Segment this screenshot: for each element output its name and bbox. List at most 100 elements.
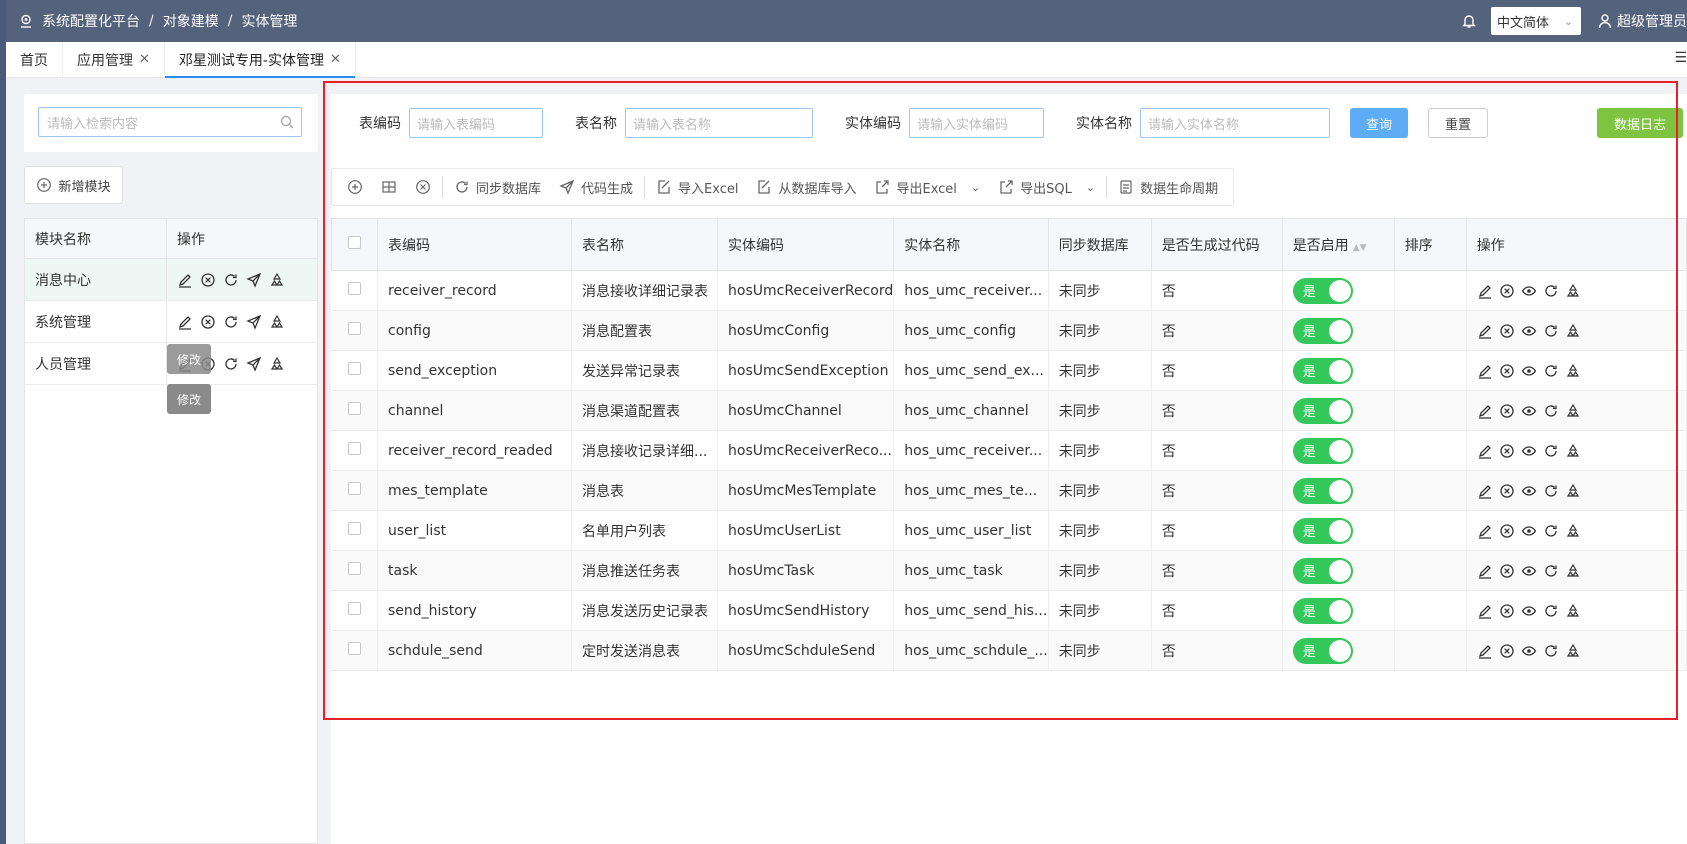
close-circle-icon[interactable] — [1499, 523, 1515, 539]
refresh-icon[interactable] — [1543, 323, 1559, 339]
tab-app-management[interactable]: 应用管理 ✕ — [63, 42, 165, 77]
entity-code-input[interactable]: 请输入实体编码 — [909, 108, 1044, 138]
import-db-button[interactable]: 从数据库导入 — [747, 168, 865, 206]
edit-icon[interactable] — [1477, 563, 1493, 579]
recycle-icon[interactable] — [1565, 403, 1581, 419]
eye-icon[interactable] — [1521, 523, 1537, 539]
recycle-icon[interactable] — [1565, 643, 1581, 659]
recycle-icon[interactable] — [1565, 283, 1581, 299]
breadcrumb-item[interactable]: 系统配置化平台 — [42, 11, 140, 31]
close-icon[interactable]: ✕ — [330, 52, 341, 67]
add-module-button[interactable]: 新增模块 — [24, 166, 123, 204]
eye-icon[interactable] — [1521, 363, 1537, 379]
close-circle-icon[interactable] — [1499, 603, 1515, 619]
eye-icon[interactable] — [1521, 323, 1537, 339]
enabled-toggle[interactable]: 是 — [1292, 317, 1353, 344]
table-row[interactable]: channel 消息渠道配置表 hosUmcChannel hos_umc_chann… — [331, 390, 1687, 431]
send-icon[interactable] — [246, 314, 262, 330]
eye-icon[interactable] — [1521, 563, 1537, 579]
table-row[interactable]: task 消息推送任务表 hosUmcTask hos_umc_task 未同步否 是 — [331, 550, 1687, 591]
edit-icon[interactable] — [1477, 323, 1493, 339]
recycle-icon[interactable] — [269, 272, 285, 288]
enabled-toggle[interactable]: 是 — [1292, 357, 1353, 384]
table-code-input[interactable]: 请输入表编码 — [409, 108, 543, 138]
recycle-icon[interactable] — [269, 356, 285, 372]
select-all-checkbox[interactable] — [348, 236, 361, 249]
refresh-icon[interactable] — [1543, 403, 1559, 419]
enabled-toggle[interactable]: 是 — [1292, 477, 1353, 504]
enabled-toggle[interactable]: 是 — [1292, 517, 1353, 544]
close-circle-icon[interactable] — [1499, 643, 1515, 659]
eye-icon[interactable] — [1521, 403, 1537, 419]
enabled-toggle[interactable]: 是 — [1292, 277, 1353, 304]
refresh-icon[interactable] — [223, 356, 239, 372]
sync-db-button[interactable]: 同步数据库 — [445, 168, 550, 206]
edit-icon[interactable] — [1477, 483, 1493, 499]
table-row[interactable]: receiver_record 消息接收详细记录表 hosUmcReceiverRe… — [331, 270, 1687, 311]
recycle-icon[interactable] — [1565, 523, 1581, 539]
row-checkbox[interactable] — [347, 642, 361, 655]
close-circle-icon[interactable] — [1499, 403, 1515, 419]
sort-icon[interactable]: ▲▼ — [1353, 243, 1367, 253]
table-row[interactable]: send_exception 发送异常记录表 hosUmcSendException… — [331, 350, 1687, 391]
enabled-toggle[interactable]: 是 — [1292, 397, 1353, 424]
table-name-input[interactable]: 请输入表名称 — [625, 108, 813, 138]
recycle-icon[interactable] — [1565, 323, 1581, 339]
table-row[interactable]: schdule_send 定时发送消息表 hosUmcSchduleSend hos_… — [331, 630, 1687, 671]
lifecycle-button[interactable]: 数据生命周期 — [1109, 168, 1227, 206]
export-sql-dropdown[interactable]: 导出SQL ⌄ — [989, 168, 1104, 206]
table-row[interactable]: receiver_record_readed 消息接收记录详细... hosUmcR… — [331, 430, 1687, 471]
close-circle-icon[interactable] — [200, 314, 216, 330]
eye-icon[interactable] — [1521, 443, 1537, 459]
bell-icon[interactable] — [1461, 13, 1477, 29]
export-excel-dropdown[interactable]: 导出Excel ⌄ — [865, 168, 989, 206]
batch-add-button[interactable] — [372, 168, 406, 206]
edit-icon[interactable] — [1477, 403, 1493, 419]
query-button[interactable]: 查询 — [1350, 108, 1408, 138]
close-icon[interactable]: ✕ — [139, 52, 150, 67]
table-row[interactable]: user_list 名单用户列表 hosUmcUserList hos_umc_use… — [331, 510, 1687, 551]
row-checkbox[interactable] — [347, 522, 361, 535]
edit-icon[interactable] — [1477, 363, 1493, 379]
menu-icon[interactable]: ☰ — [1674, 50, 1687, 66]
refresh-icon[interactable] — [1543, 563, 1559, 579]
enabled-toggle[interactable]: 是 — [1292, 597, 1353, 624]
close-circle-icon[interactable] — [1499, 483, 1515, 499]
refresh-icon[interactable] — [223, 314, 239, 330]
refresh-icon[interactable] — [1543, 483, 1559, 499]
refresh-icon[interactable] — [223, 272, 239, 288]
enabled-toggle[interactable]: 是 — [1292, 557, 1353, 584]
recycle-icon[interactable] — [1565, 483, 1581, 499]
close-circle-icon[interactable] — [200, 272, 216, 288]
edit-icon[interactable] — [177, 272, 193, 288]
close-circle-icon[interactable] — [1499, 443, 1515, 459]
send-icon[interactable] — [246, 356, 262, 372]
edit-icon[interactable] — [1477, 283, 1493, 299]
edit-icon[interactable] — [1477, 523, 1493, 539]
recycle-icon[interactable] — [269, 314, 285, 330]
user-menu[interactable]: 超级管理员 — [1597, 11, 1687, 31]
edit-icon[interactable] — [1477, 643, 1493, 659]
recycle-icon[interactable] — [1565, 443, 1581, 459]
refresh-icon[interactable] — [1543, 643, 1559, 659]
edit-icon[interactable] — [1477, 443, 1493, 459]
add-button[interactable] — [338, 168, 372, 206]
row-checkbox[interactable] — [347, 602, 361, 615]
code-gen-button[interactable]: 代码生成 — [550, 168, 642, 206]
tab-home[interactable]: 首页 — [6, 42, 63, 77]
row-checkbox[interactable] — [347, 282, 361, 295]
module-row[interactable]: 系统管理 — [25, 301, 317, 343]
eye-icon[interactable] — [1521, 603, 1537, 619]
import-excel-button[interactable]: 导入Excel — [647, 168, 747, 206]
search-icon[interactable] — [279, 114, 295, 130]
close-circle-icon[interactable] — [1499, 563, 1515, 579]
recycle-icon[interactable] — [1565, 363, 1581, 379]
data-log-button[interactable]: 数据日志 — [1597, 108, 1683, 138]
entity-name-input[interactable]: 请输入实体名称 — [1140, 108, 1330, 138]
eye-icon[interactable] — [1521, 283, 1537, 299]
enabled-toggle[interactable]: 是 — [1292, 637, 1353, 664]
module-search-input[interactable]: 请输入检索内容 — [38, 107, 302, 137]
row-checkbox[interactable] — [347, 322, 361, 335]
reset-button[interactable]: 重置 — [1428, 108, 1488, 138]
row-checkbox[interactable] — [347, 362, 361, 375]
